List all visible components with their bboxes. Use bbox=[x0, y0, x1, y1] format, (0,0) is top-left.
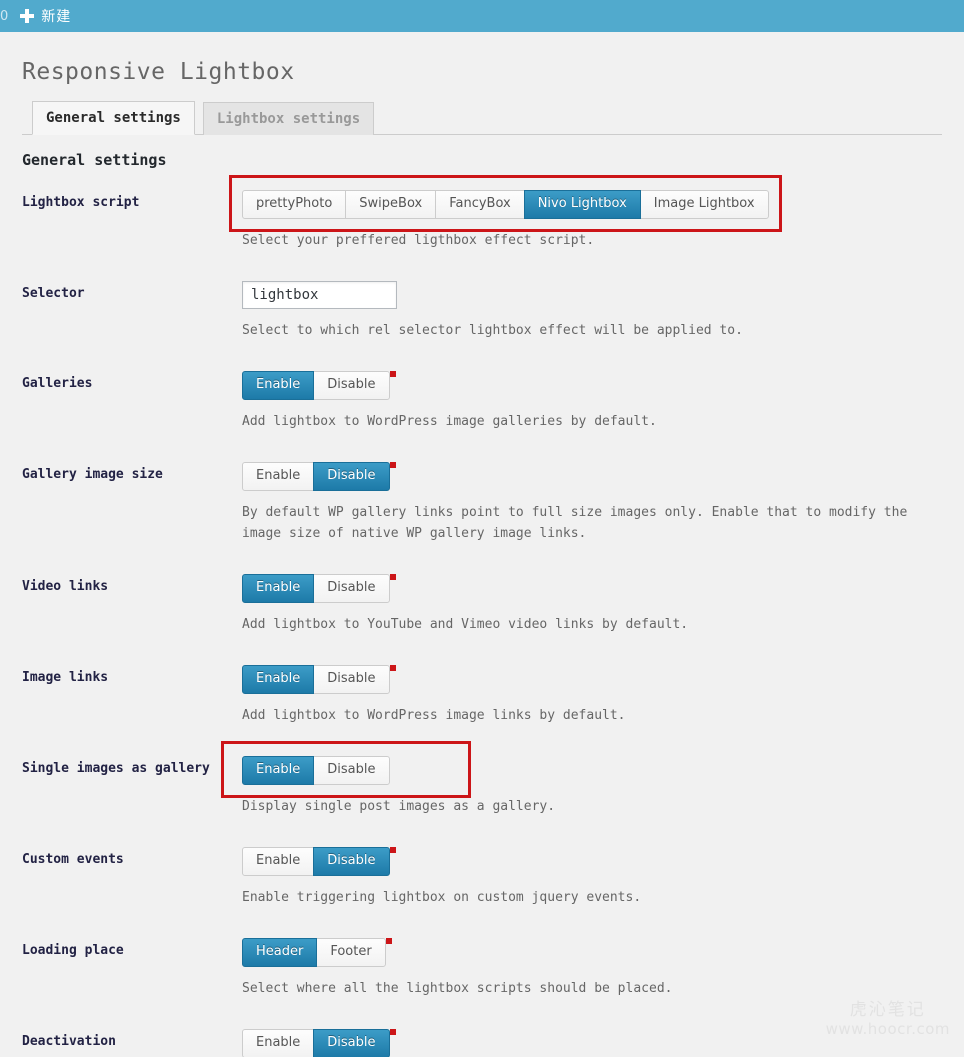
plus-icon bbox=[20, 9, 35, 23]
highlight-box: Enable Disable bbox=[221, 741, 470, 798]
selector-input[interactable] bbox=[242, 281, 397, 309]
row-label: Loading place bbox=[22, 943, 124, 958]
tab-lightbox-settings[interactable]: Lightbox settings bbox=[202, 102, 375, 135]
row-control: Enable Disable Enable triggering lightbox … bbox=[242, 832, 962, 923]
control-wrap: Header Footer bbox=[242, 938, 392, 967]
button-group: Enable Disable bbox=[242, 847, 390, 876]
option-enable[interactable]: Enable bbox=[242, 756, 315, 785]
control-wrap: Enable Disable bbox=[242, 371, 396, 400]
option-disable[interactable]: Disable bbox=[313, 462, 390, 491]
row-control: Enable Disable By default WP gallery links… bbox=[242, 447, 962, 559]
row-label: Single images as gallery bbox=[22, 761, 210, 776]
option-disable[interactable]: Disable bbox=[313, 1029, 390, 1057]
row-description: Select to which rel selector lightbox ef… bbox=[242, 323, 743, 338]
row-description: Display single post images as a gallery. bbox=[242, 799, 556, 814]
row-control: Enable Disable Add lightbox to YouTube and… bbox=[242, 559, 962, 650]
control-wrap: Enable Disable bbox=[242, 1029, 396, 1057]
settings-row: Single images as gallery Enable Disable Dis… bbox=[22, 741, 962, 832]
settings-tabs: General settings Lightbox settings bbox=[22, 99, 942, 135]
button-group: Enable Disable bbox=[242, 462, 390, 491]
row-description: By default WP gallery links point to ful… bbox=[242, 505, 908, 541]
option-disable[interactable]: Disable bbox=[313, 847, 390, 876]
option-footer[interactable]: Footer bbox=[316, 938, 386, 967]
settings-row: Deactivation EnableDisableDelete settings… bbox=[22, 1014, 962, 1057]
row-control: Enable Disable Add lightbox to WordPress i… bbox=[242, 650, 962, 741]
admin-bar: 0 新建 bbox=[0, 0, 964, 32]
option-prettyphoto[interactable]: prettyPhoto bbox=[242, 190, 347, 219]
option-enable[interactable]: Enable bbox=[242, 847, 315, 876]
row-label: Galleries bbox=[22, 376, 93, 391]
option-fancybox[interactable]: FancyBox bbox=[435, 190, 525, 219]
option-image-lightbox[interactable]: Image Lightbox bbox=[639, 190, 769, 219]
settings-row: Galleries Enable Disable Add lightbox to Wo… bbox=[22, 356, 962, 447]
row-description: Add lightbox to WordPress image links by… bbox=[242, 708, 626, 723]
option-disable[interactable]: Disable bbox=[313, 665, 390, 694]
row-control: EnableDisableDelete settings on plugin d… bbox=[242, 1014, 962, 1057]
row-description: Add lightbox to YouTube and Vimeo video … bbox=[242, 617, 689, 632]
option-header[interactable]: Header bbox=[242, 938, 318, 967]
row-control: Enable Disable Display single post images … bbox=[221, 741, 962, 832]
row-label: Custom events bbox=[22, 852, 124, 867]
button-group: Header Footer bbox=[242, 938, 386, 967]
option-disable[interactable]: Disable bbox=[313, 371, 390, 400]
option-enable[interactable]: Enable bbox=[242, 1029, 315, 1057]
option-enable[interactable]: Enable bbox=[242, 462, 315, 491]
settings-row: Video links Enable Disable Add lightbox to … bbox=[22, 559, 962, 650]
row-label: Selector bbox=[22, 286, 85, 301]
row-control: Enable Disable Add lightbox to WordPress i… bbox=[242, 356, 962, 447]
control-wrap: Enable Disable bbox=[242, 665, 396, 694]
option-nivo-lightbox[interactable]: Nivo Lightbox bbox=[523, 190, 641, 219]
row-label: Lightbox script bbox=[22, 195, 140, 210]
control-wrap: Enable Disable bbox=[242, 847, 396, 876]
settings-row: Lightbox script prettyPhoto SwipeBox FancyB… bbox=[22, 175, 962, 266]
section-title: General settings bbox=[22, 151, 167, 169]
button-group: Enable Disable bbox=[242, 1029, 390, 1057]
button-group: Enable Disable bbox=[242, 665, 390, 694]
option-enable[interactable]: Enable bbox=[242, 371, 315, 400]
option-disable[interactable]: Disable bbox=[313, 756, 390, 785]
option-disable[interactable]: Disable bbox=[313, 574, 390, 603]
button-group: Enable Disable bbox=[242, 371, 390, 400]
row-description: Enable triggering lightbox on custom jqu… bbox=[242, 890, 642, 905]
admin-bar-new-label: 新建 bbox=[41, 9, 72, 25]
page-wrap: Responsive Lightbox General settings Ligh… bbox=[0, 32, 964, 1057]
button-group: Enable Disable bbox=[242, 756, 390, 785]
row-label: Image links bbox=[22, 670, 109, 685]
row-control: prettyPhoto SwipeBox FancyBox Nivo Lightbox… bbox=[229, 175, 962, 266]
row-control: Select to which rel selector lightbox ef… bbox=[242, 266, 962, 356]
settings-row: Custom events Enable Disable Enable trigger… bbox=[22, 832, 962, 923]
row-description: Select your preffered ligthbox effect sc… bbox=[242, 233, 595, 248]
control-wrap: Enable Disable bbox=[242, 462, 396, 491]
button-group: prettyPhoto SwipeBox FancyBox Nivo Lightbox… bbox=[242, 190, 769, 219]
row-label: Gallery image size bbox=[22, 467, 163, 482]
settings-row: Gallery image size Enable Disable By defaul… bbox=[22, 447, 962, 559]
row-control: Header Footer Select where all the lightbo… bbox=[242, 923, 962, 1014]
option-enable[interactable]: Enable bbox=[242, 574, 315, 603]
settings-row: Loading place Header Footer Select where al… bbox=[22, 923, 962, 1014]
tab-general-settings[interactable]: General settings bbox=[32, 101, 195, 135]
button-group: Enable Disable bbox=[242, 574, 390, 603]
admin-bar-new-button[interactable]: 新建 bbox=[16, 0, 81, 32]
option-enable[interactable]: Enable bbox=[242, 665, 315, 694]
settings-form-table: Lightbox script prettyPhoto SwipeBox FancyB… bbox=[22, 175, 962, 1057]
control-wrap: Enable Disable bbox=[242, 574, 396, 603]
row-label: Video links bbox=[22, 579, 109, 594]
row-description: Add lightbox to WordPress image gallerie… bbox=[242, 414, 657, 429]
settings-row: Image links Enable Disable Add lightbox to … bbox=[22, 650, 962, 741]
page-title: Responsive Lightbox bbox=[22, 59, 295, 85]
option-swipebox[interactable]: SwipeBox bbox=[345, 190, 437, 219]
row-label: Deactivation bbox=[22, 1034, 116, 1049]
settings-row: Selector Select to which rel selector lig… bbox=[22, 266, 962, 356]
highlight-box: prettyPhoto SwipeBox FancyBox Nivo Lightbox… bbox=[229, 175, 782, 232]
comment-count[interactable]: 0 bbox=[0, 9, 16, 24]
row-description: Select where all the lightbox scripts sh… bbox=[242, 981, 673, 996]
